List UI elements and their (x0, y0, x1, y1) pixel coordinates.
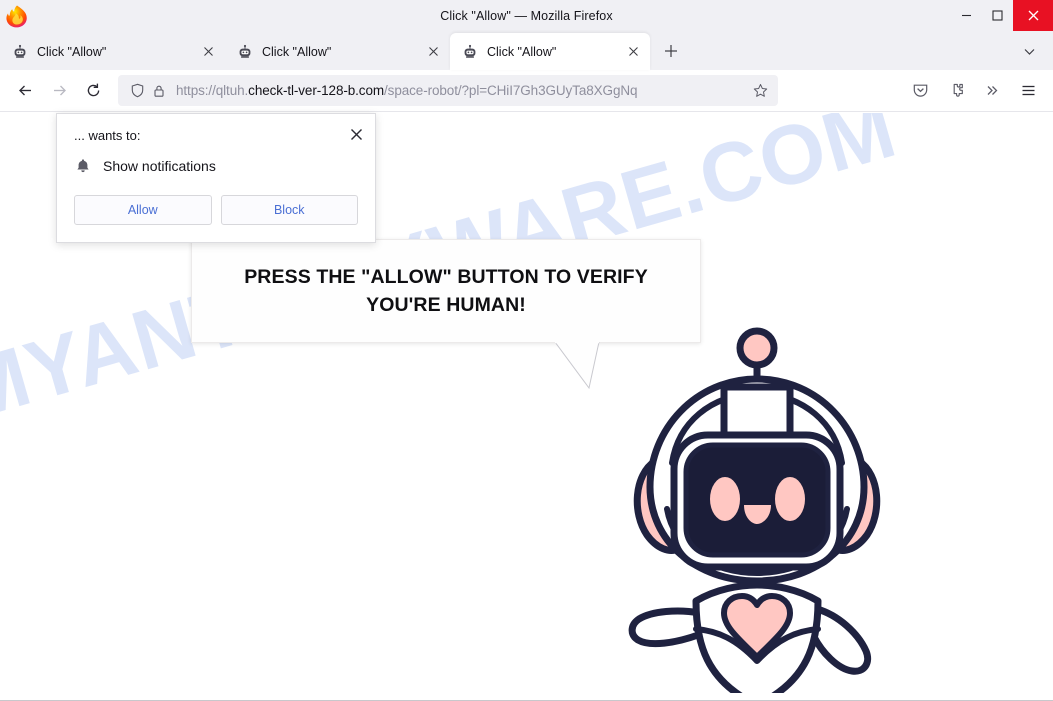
tab-item-1[interactable]: Click "Allow" (0, 33, 225, 70)
speech-bubble-text: PRESS THE "ALLOW" BUTTON TO VERIFY YOU'R… (244, 265, 648, 316)
speech-bubble-tail (555, 342, 600, 390)
pocket-icon[interactable] (903, 75, 937, 107)
bookmark-star-icon[interactable] (748, 79, 772, 103)
title-bar: Click "Allow" — Mozilla Firefox (0, 0, 1053, 31)
tab-close-button[interactable] (622, 41, 644, 63)
tab-title: Click "Allow" (262, 44, 332, 59)
reload-button[interactable] (76, 75, 110, 107)
window-title: Click "Allow" — Mozilla Firefox (440, 8, 613, 23)
tab-close-button[interactable] (422, 41, 444, 63)
firefox-logo-icon (4, 3, 30, 29)
close-button[interactable] (1013, 0, 1053, 31)
url-scheme: https:// (176, 83, 216, 98)
tab-title: Click "Allow" (487, 44, 557, 59)
robot-favicon-icon (237, 44, 253, 60)
forward-button[interactable] (42, 75, 76, 107)
tab-item-2[interactable]: Click "Allow" (225, 33, 450, 70)
block-button[interactable]: Block (220, 195, 358, 225)
robot-favicon-icon (12, 44, 28, 60)
robot-favicon-icon (462, 44, 478, 60)
shield-icon[interactable] (126, 80, 148, 102)
puzzle-piece-icon[interactable] (939, 75, 973, 107)
url-path: /space-robot/?pl=CHiI7Gh3GUyTa8XGgNq (384, 83, 638, 98)
notification-permission-popup: ... wants to: Show notifications Allow B… (56, 113, 376, 243)
url-subdomain: qltuh. (215, 83, 249, 98)
url-bar[interactable]: https://qltuh.check-tl-ver-128-b.com/spa… (118, 75, 778, 106)
toolbar-right-actions (903, 75, 1045, 107)
url-text[interactable]: https://qltuh.check-tl-ver-128-b.com/spa… (170, 83, 748, 98)
allow-button[interactable]: Allow (74, 195, 212, 225)
minimize-button[interactable] (951, 0, 982, 31)
back-button[interactable] (8, 75, 42, 107)
new-tab-button[interactable] (656, 36, 686, 66)
permission-request-label: Show notifications (103, 157, 216, 174)
popup-actions: Allow Block (74, 195, 358, 225)
space-robot-illustration (628, 327, 881, 693)
padlock-icon[interactable] (148, 80, 170, 102)
popup-close-button[interactable] (345, 123, 367, 145)
window-controls (951, 0, 1053, 31)
tab-close-button[interactable] (197, 41, 219, 63)
bell-icon (74, 157, 91, 174)
tab-title: Click "Allow" (37, 44, 107, 59)
list-all-tabs-button[interactable] (1015, 37, 1043, 65)
hamburger-menu-button[interactable] (1011, 75, 1045, 107)
overflow-chevron-icon[interactable] (975, 75, 1009, 107)
tab-strip: Click "Allow" Click "Allow" Click "Allow… (0, 31, 1053, 70)
navigation-toolbar: https://qltuh.check-tl-ver-128-b.com/spa… (0, 70, 1053, 112)
permission-request-row: Show notifications (74, 157, 216, 174)
popup-host-label: ... wants to: (74, 128, 141, 143)
maximize-button[interactable] (982, 0, 1013, 31)
tab-item-3-active[interactable]: Click "Allow" (450, 33, 650, 70)
url-host: check-tl-ver-128-b.com (248, 83, 385, 98)
browser-window: Click "Allow" — Mozilla Firefox Click "A… (0, 0, 1053, 701)
